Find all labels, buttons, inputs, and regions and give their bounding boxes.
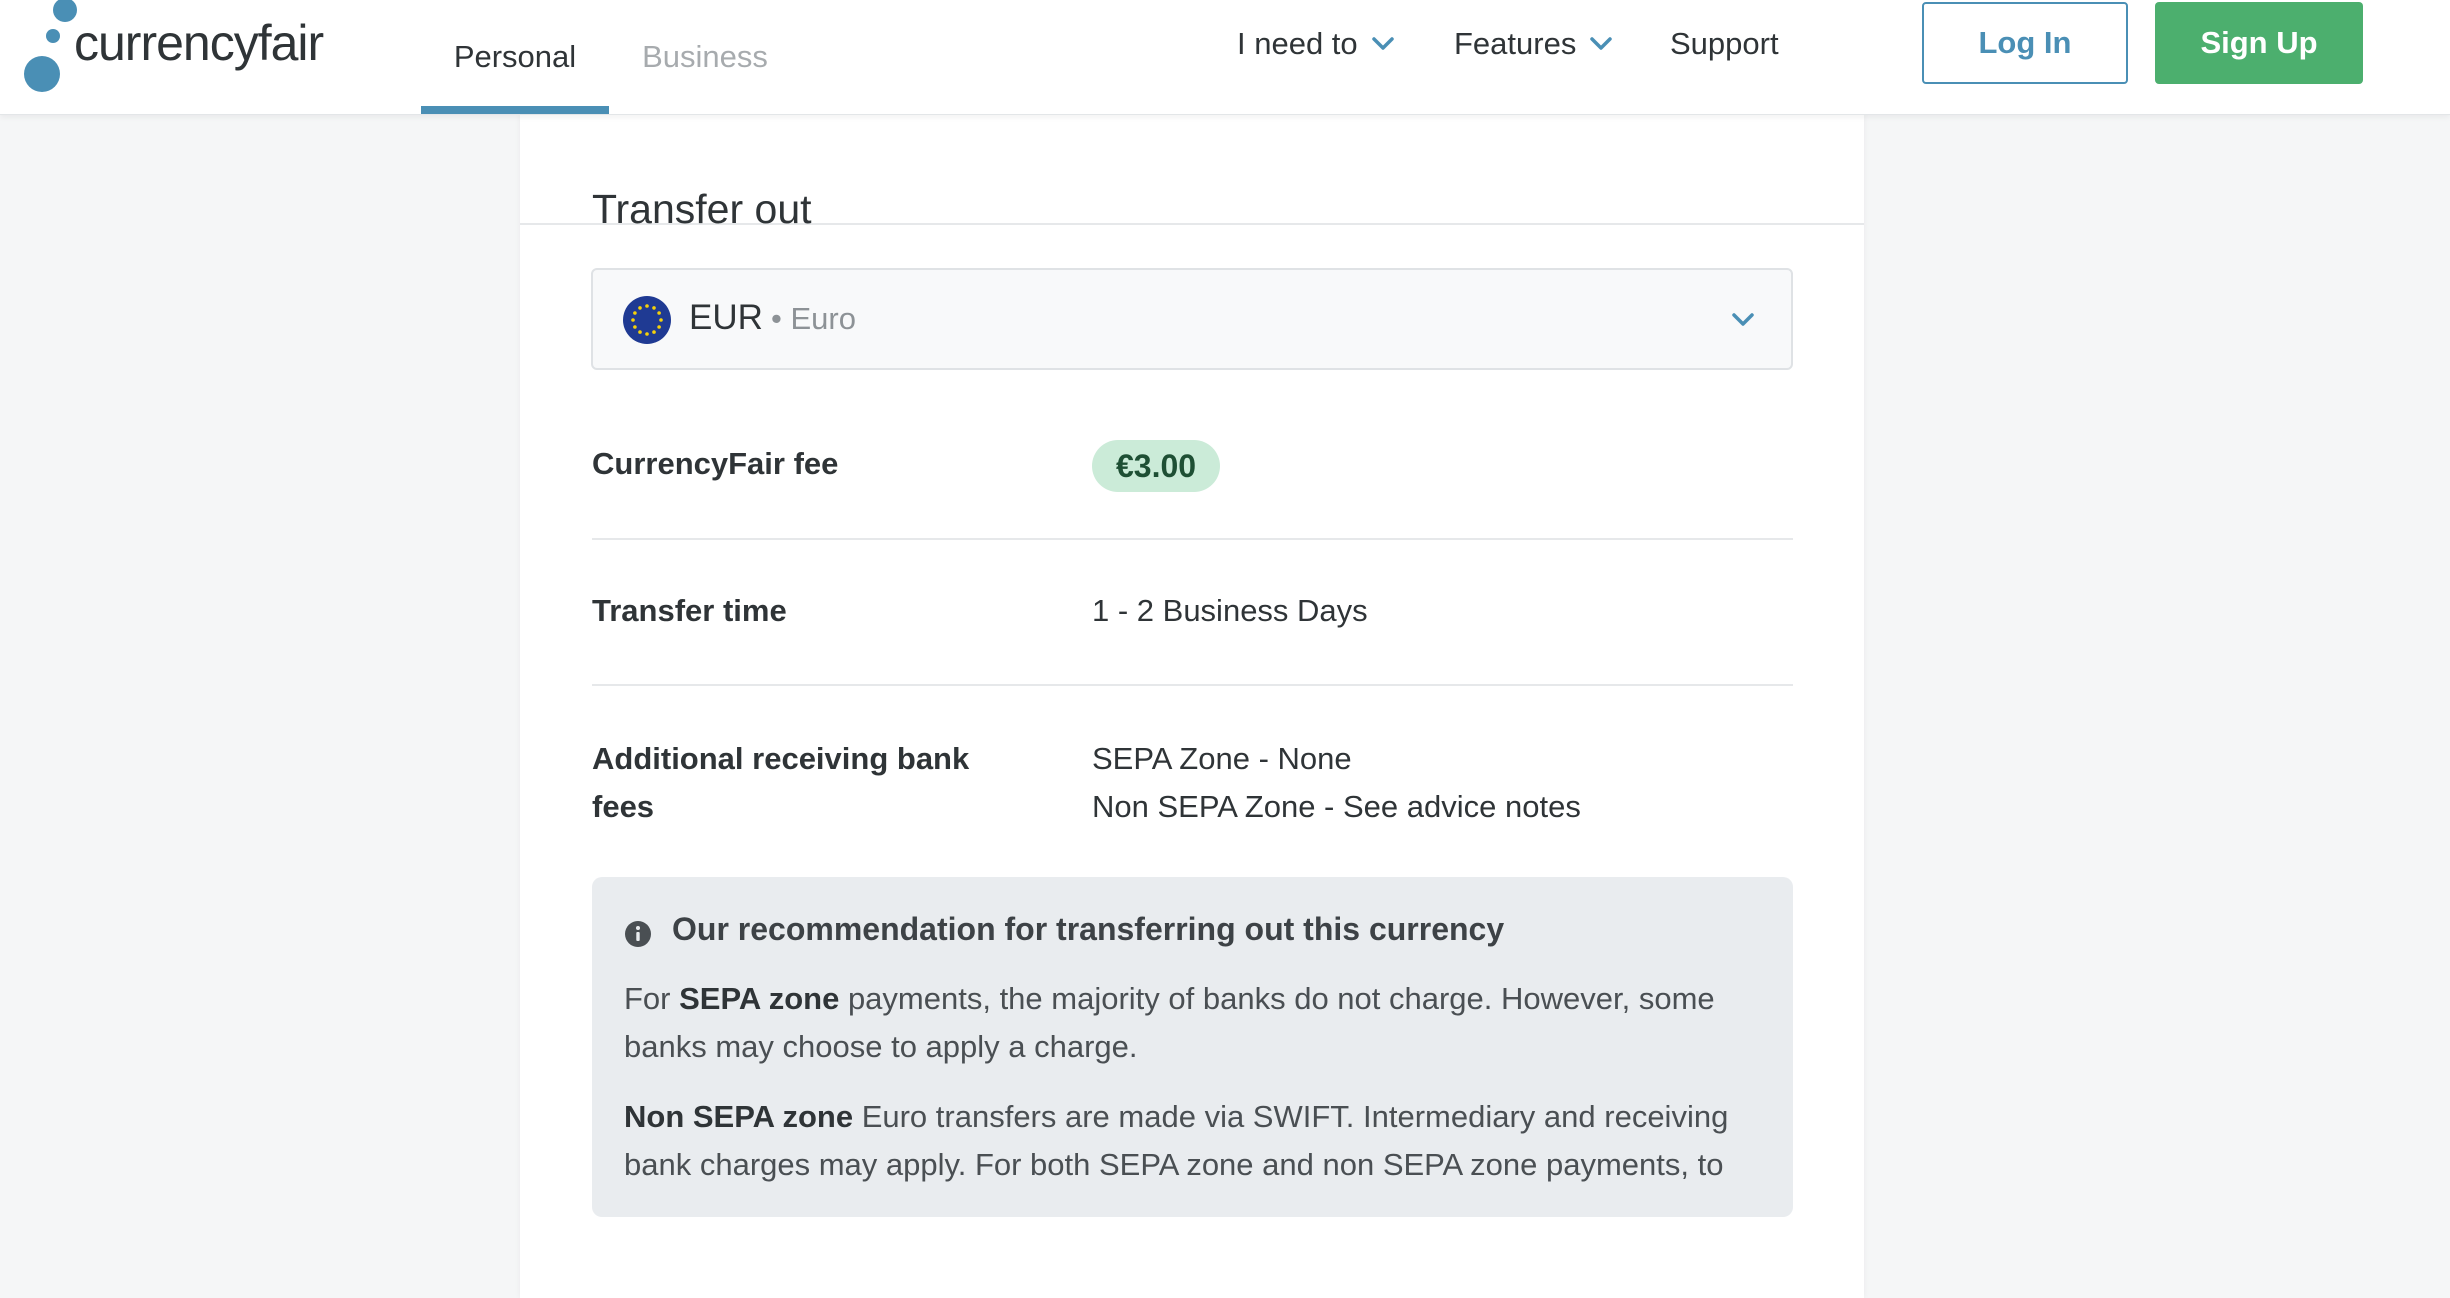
logo-text: currencyfair (74, 15, 324, 71)
bank-fees-label: Additional receiving bank fees (592, 741, 970, 824)
fee-badge: €3.00 (1092, 440, 1221, 492)
chevron-down-icon (1732, 313, 1754, 326)
transfer-time-label: Transfer time (592, 593, 787, 628)
transfer-time-value: 1 - 2 Business Days (1092, 593, 1368, 628)
tab-personal[interactable]: Personal (421, 0, 609, 114)
currency-name: • Euro (771, 301, 856, 336)
currencyfair-logo[interactable]: currencyfair (22, 0, 342, 96)
section-title: Transfer out (592, 186, 812, 232)
signup-button[interactable]: Sign Up (2155, 2, 2363, 84)
menu-i-need-to[interactable]: I need to (1237, 0, 1396, 88)
recommendation-non-sepa-paragraph: Non SEPA zone Euro transfers are made vi… (624, 1093, 1764, 1189)
bank-fees-sepa-value: SEPA Zone - None (1092, 741, 1352, 776)
eu-flag-icon (623, 296, 671, 344)
row-divider (592, 684, 1793, 686)
currency-code: EUR (689, 298, 763, 337)
row-divider (592, 538, 1793, 540)
info-icon (625, 921, 651, 947)
menu-i-need-to-label: I need to (1237, 26, 1358, 61)
chevron-down-icon (1371, 37, 1394, 50)
bank-fees-non-sepa-value: Non SEPA Zone - See advice notes (1092, 789, 1581, 824)
para1-prefix: For (624, 981, 680, 1016)
tab-business[interactable]: Business (625, 0, 785, 114)
currency-select[interactable]: EUR • Euro (591, 268, 1793, 370)
logo-dots-icon (24, 0, 77, 92)
menu-support-label: Support (1670, 26, 1779, 61)
transfer-card: Transfer out EUR • Euro CurrencyFair fee… (520, 114, 1864, 1298)
menu-features[interactable]: Features (1454, 0, 1614, 88)
top-navbar: currencyfair Personal Business I need to… (0, 0, 2450, 115)
chevron-down-icon (1590, 37, 1613, 50)
para1-bold: SEPA zone (679, 981, 840, 1016)
menu-features-label: Features (1454, 26, 1577, 61)
recommendation-title: Our recommendation for transferring out … (672, 911, 1505, 947)
menu-support[interactable]: Support (1670, 0, 1779, 88)
recommendation-box: Our recommendation for transferring out … (592, 877, 1793, 1217)
login-button[interactable]: Log In (1922, 2, 2128, 84)
para2-bold: Non SEPA zone (624, 1099, 854, 1134)
fee-label: CurrencyFair fee (592, 446, 839, 481)
recommendation-sepa-paragraph: For SEPA zone payments, the majority of … (624, 975, 1764, 1071)
